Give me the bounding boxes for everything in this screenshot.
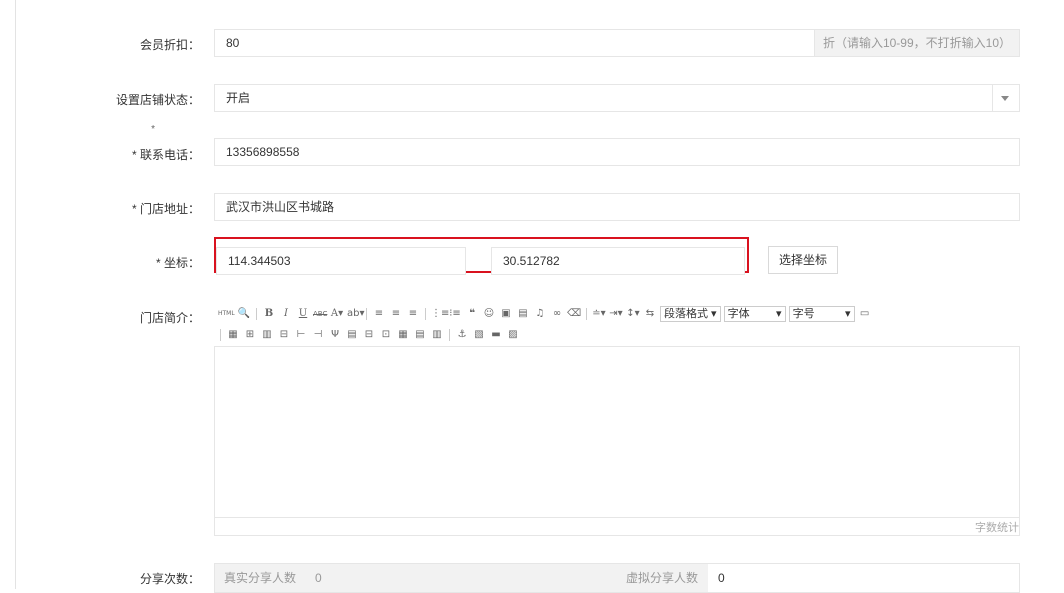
emoji-icon[interactable]: ☺: [482, 308, 496, 320]
word-count-bar: 字数统计: [214, 517, 1020, 536]
pick-coords-button[interactable]: 选择坐标: [768, 246, 838, 274]
table-icon[interactable]: ▦: [226, 329, 240, 341]
strikethrough-icon[interactable]: ABC: [313, 308, 327, 320]
merge-cells-icon[interactable]: ▤: [345, 329, 359, 341]
share-real-label: 真实分享人数: [224, 571, 297, 585]
store-status-select[interactable]: 开启: [214, 84, 1020, 112]
word-count-label: 字数统计: [975, 522, 1019, 534]
image-icon[interactable]: ▣: [499, 308, 513, 320]
align-center-icon[interactable]: ≡: [389, 308, 403, 320]
editor-toolbar-row2: ▦ ⊞ ▥ ⊟ ⊢ ⊣ Ψ ▤ ⊟ ⊡ ▦ ▤ ▥ ⚓ ▧ ▬ ▨: [218, 327, 520, 343]
store-status-label: 设置店铺状态：: [115, 93, 200, 107]
discount-label: 会员折扣：: [139, 38, 200, 52]
anchor-icon[interactable]: ⚓: [455, 329, 469, 341]
template-icon[interactable]: ▨: [506, 329, 520, 341]
align-left-icon[interactable]: ≡: [372, 308, 386, 320]
html-source-icon[interactable]: HTML: [218, 308, 235, 320]
split-rows-icon[interactable]: ▤: [413, 329, 427, 341]
link-icon[interactable]: ∞: [550, 308, 564, 320]
split-cells-icon[interactable]: ▦: [396, 329, 410, 341]
discount-value: 80: [226, 36, 240, 50]
page-break-icon[interactable]: ▧: [472, 329, 486, 341]
music-icon[interactable]: ♫: [533, 308, 547, 320]
delete-col-icon[interactable]: ⊣: [311, 329, 325, 341]
merge-right-icon[interactable]: ⊟: [362, 329, 376, 341]
address-value: 武汉市洪山区书城路: [226, 200, 335, 214]
address-label: * 门店地址：: [131, 202, 200, 216]
latitude-input[interactable]: 30.512782: [491, 247, 745, 275]
share-label: 分享次数：: [139, 572, 200, 586]
share-virtual-label: 虚拟分享人数: [618, 564, 708, 592]
latitude-value: 30.512782: [503, 254, 560, 268]
longitude-value: 114.344503: [228, 254, 291, 268]
phone-label: * 联系电话：: [131, 148, 200, 162]
phone-input[interactable]: 13356898558: [214, 138, 1020, 166]
insert-row-icon[interactable]: ⊞: [243, 329, 257, 341]
preview-icon[interactable]: 🔍: [237, 308, 251, 320]
line-height-icon[interactable]: ↕▾: [626, 308, 640, 320]
toolbar-separator: [586, 308, 587, 320]
stray-asterisk: *: [151, 124, 155, 135]
discount-addon: 折（请输入10-99，不打折输入10）: [813, 30, 1019, 56]
print-icon[interactable]: ▬: [489, 329, 503, 341]
highlight-icon[interactable]: ab▾: [347, 308, 365, 320]
ordered-list-icon[interactable]: ⋮≡: [431, 308, 449, 320]
italic-icon[interactable]: I: [279, 308, 293, 320]
editor-toolbar-row1: HTML 🔍 B I U ABC A▾ ab▾ ≡ ≡ ≡ ⋮≡ ⁝≡ ❝ ☺ …: [218, 306, 872, 322]
longitude-input[interactable]: 114.344503: [216, 247, 466, 275]
insert-col-icon[interactable]: ⊢: [294, 329, 308, 341]
toolbar-separator: [425, 308, 426, 320]
insert-row-before-icon[interactable]: ⊟: [277, 329, 291, 341]
direction-icon[interactable]: ⇆: [643, 308, 657, 320]
video-icon[interactable]: ▤: [516, 308, 530, 320]
font-family-select[interactable]: 字体 ▾: [723, 306, 786, 322]
blockquote-icon[interactable]: ❝: [465, 308, 479, 320]
phone-value: 13356898558: [226, 145, 300, 159]
discount-input[interactable]: 80 折（请输入10-99，不打折输入10）: [214, 29, 1020, 57]
merge-down-icon[interactable]: ⊡: [379, 329, 393, 341]
font-size-select[interactable]: 字号 ▾: [788, 306, 855, 322]
share-real-value[interactable]: 0: [315, 564, 322, 592]
address-input[interactable]: 武汉市洪山区书城路: [214, 193, 1020, 221]
bold-icon[interactable]: B: [262, 308, 276, 320]
split-cols-icon[interactable]: ▥: [430, 329, 444, 341]
paragraph-spacing-icon[interactable]: ≐▾: [592, 308, 606, 320]
underline-icon[interactable]: U: [296, 308, 310, 320]
indent-icon[interactable]: ⇥▾: [609, 308, 623, 320]
store-status-value: 开启: [226, 91, 251, 105]
toolbar-separator: [256, 308, 257, 320]
split-icon[interactable]: Ψ: [328, 329, 342, 341]
font-color-icon[interactable]: A▾: [330, 308, 344, 320]
intro-label: 门店简介：: [139, 311, 200, 325]
share-virtual-value[interactable]: 0: [718, 564, 725, 592]
toolbar-separator: [366, 308, 367, 320]
coords-label: * 坐标：: [155, 256, 200, 270]
chevron-down-icon: [1001, 96, 1009, 101]
toolbar-separator: [449, 329, 450, 341]
align-right-icon[interactable]: ≡: [406, 308, 420, 320]
intro-editor-area[interactable]: [214, 346, 1020, 518]
paragraph-format-select[interactable]: 段落格式 ▾: [660, 306, 721, 322]
toolbar-separator: [220, 329, 221, 341]
table-title-icon[interactable]: ▥: [260, 329, 274, 341]
eraser-icon[interactable]: ⌫: [567, 308, 581, 320]
fullscreen-icon[interactable]: ▭: [858, 308, 872, 320]
unordered-list-icon[interactable]: ⁝≡: [448, 308, 462, 320]
left-divider: [15, 0, 16, 589]
